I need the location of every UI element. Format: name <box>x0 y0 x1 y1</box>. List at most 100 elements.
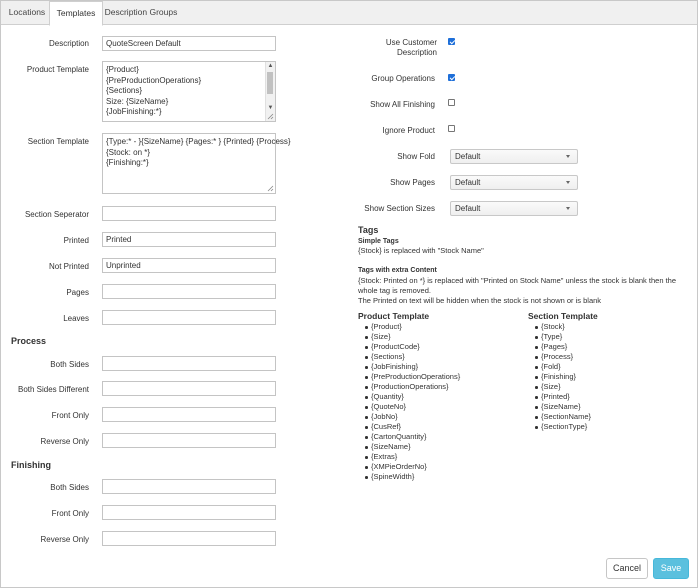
tab-templates[interactable]: Templates <box>49 1 103 26</box>
list-item: {QuoteNo} <box>364 402 460 412</box>
list-item: {Fold} <box>534 362 591 372</box>
tags-heading: Tags <box>358 225 379 235</box>
pages-input[interactable] <box>102 284 276 299</box>
simple-tags-text: {Stock} is replaced with "Stock Name" <box>358 246 484 255</box>
list-item: {XMPieOrderNo} <box>364 462 460 472</box>
product-template-tags-list: {Product} {Size} {ProductCode} {Sections… <box>364 322 460 482</box>
finishing-heading: Finishing <box>11 460 51 470</box>
list-item: {Process} <box>534 352 591 362</box>
finishing-both-sides-input[interactable] <box>102 479 276 494</box>
printed-input[interactable]: Printed <box>102 232 276 247</box>
product-template-line: {Product} <box>106 65 139 74</box>
product-template-line: {PreProductionOperations} <box>106 75 202 85</box>
finishing-front-only-label: Front Only <box>51 509 89 518</box>
process-reverse-only-input[interactable] <box>102 433 276 448</box>
list-item: {Printed} <box>534 392 591 402</box>
section-template-tags-heading: Section Template <box>528 311 598 321</box>
process-both-sides-different-input[interactable] <box>102 381 276 396</box>
show-section-sizes-label: Show Section Sizes <box>364 204 435 213</box>
tab-description-groups[interactable]: Description Groups <box>103 1 179 24</box>
save-button[interactable]: Save <box>653 558 689 579</box>
list-item: {SectionType} <box>534 422 591 432</box>
printed-label: Printed <box>63 236 89 245</box>
list-item: {Pages} <box>534 342 591 352</box>
product-template-textarea[interactable]: {Product} {PreProductionOperations} {Sec… <box>102 61 276 122</box>
list-item: {CusRef} <box>364 422 460 432</box>
list-item: {ProductionOperations} <box>364 382 460 392</box>
resize-grip-icon[interactable] <box>267 113 274 120</box>
process-front-only-input[interactable] <box>102 407 276 422</box>
leaves-label: Leaves <box>63 314 89 323</box>
extra-tags-text-3: The Printed on text will be hidden when … <box>358 296 602 305</box>
list-item: {SpineWidth} <box>364 472 460 482</box>
tab-bar: Locations Templates Description Groups <box>1 1 697 26</box>
list-item: {Product} <box>364 322 460 332</box>
process-both-sides-different-label: Both Sides Different <box>17 385 89 394</box>
ignore-product-checkbox[interactable] <box>448 125 455 132</box>
process-both-sides-label: Both Sides <box>50 360 89 369</box>
list-item: {Size} <box>534 382 591 392</box>
show-all-finishing-checkbox[interactable] <box>448 99 455 106</box>
chevron-down-icon <box>566 155 570 158</box>
show-fold-select[interactable]: Default <box>450 149 578 164</box>
chevron-down-icon <box>566 207 570 210</box>
product-template-tags-heading: Product Template <box>358 311 430 321</box>
finishing-reverse-only-input[interactable] <box>102 531 276 546</box>
finishing-both-sides-label: Both Sides <box>50 483 89 492</box>
show-section-sizes-value: Default <box>455 204 481 213</box>
finishing-front-only-input[interactable] <box>102 505 276 520</box>
extra-tags-text-2: whole tag is removed. <box>358 286 431 295</box>
list-item: {CartonQuantity} <box>364 432 460 442</box>
list-item: {PreProductionOperations} <box>364 372 460 382</box>
list-item: {Sections} <box>364 352 460 362</box>
finishing-reverse-only-label: Reverse Only <box>40 535 89 544</box>
group-operations-label: Group Operations <box>371 74 435 83</box>
section-template-line: {Finishing:*} <box>106 158 149 167</box>
show-fold-value: Default <box>455 152 481 161</box>
section-seperator-input[interactable] <box>102 206 276 221</box>
extra-tags-text-1: {Stock: Printed on *} is replaced with "… <box>358 276 676 285</box>
scroll-down-arrow-icon[interactable]: ▼ <box>267 105 274 112</box>
section-template-label: Section Template <box>27 137 89 146</box>
cancel-button[interactable]: Cancel <box>606 558 648 579</box>
simple-tags-heading: Simple Tags <box>358 238 399 245</box>
process-front-only-label: Front Only <box>51 411 89 420</box>
use-customer-description-checkbox[interactable] <box>448 38 455 45</box>
list-item: {JobNo} <box>364 412 460 422</box>
product-template-line: {Sections} <box>106 86 143 95</box>
list-item: {ProductCode} <box>364 342 460 352</box>
show-fold-label: Show Fold <box>397 152 435 161</box>
show-all-finishing-label: Show All Finishing <box>370 100 435 109</box>
show-pages-select[interactable]: Default <box>450 175 578 190</box>
list-item: {Type} <box>534 332 591 342</box>
section-template-line: {Type:* - }{SizeName} {Pages:* } {Printe… <box>106 137 291 146</box>
list-item: {Extras} <box>364 452 460 462</box>
templates-dialog: Locations Templates Description Groups D… <box>0 0 698 588</box>
product-template-line: Size: {SizeName} <box>106 96 169 106</box>
list-item: {SizeName} <box>534 402 591 412</box>
leaves-input[interactable] <box>102 310 276 325</box>
not-printed-input[interactable]: Unprinted <box>102 258 276 273</box>
chevron-down-icon <box>566 181 570 184</box>
list-item: {SizeName} <box>364 442 460 452</box>
tab-locations[interactable]: Locations <box>5 1 49 24</box>
resize-grip-icon[interactable] <box>267 185 274 192</box>
description-label: Description <box>48 39 89 48</box>
description-input[interactable]: QuoteScreen Default <box>102 36 276 51</box>
list-item: {Finishing} <box>534 372 591 382</box>
scroll-up-arrow-icon[interactable]: ▲ <box>267 63 274 70</box>
list-item: {Size} <box>364 332 460 342</box>
use-customer-description-label: Use Customer Description <box>385 38 437 57</box>
process-reverse-only-label: Reverse Only <box>40 437 89 446</box>
show-pages-value: Default <box>455 178 481 187</box>
list-item: {Stock} <box>534 322 591 332</box>
process-both-sides-input[interactable] <box>102 356 276 371</box>
group-operations-checkbox[interactable] <box>448 74 455 81</box>
scroll-thumb[interactable] <box>267 72 273 94</box>
show-section-sizes-select[interactable]: Default <box>450 201 578 216</box>
pages-label: Pages <box>66 288 89 297</box>
list-item: {Quantity} <box>364 392 460 402</box>
product-template-label: Product Template <box>26 65 89 74</box>
ignore-product-label: Ignore Product <box>382 126 435 135</box>
section-template-textarea[interactable]: {Type:* - }{SizeName} {Pages:* } {Printe… <box>102 133 291 194</box>
